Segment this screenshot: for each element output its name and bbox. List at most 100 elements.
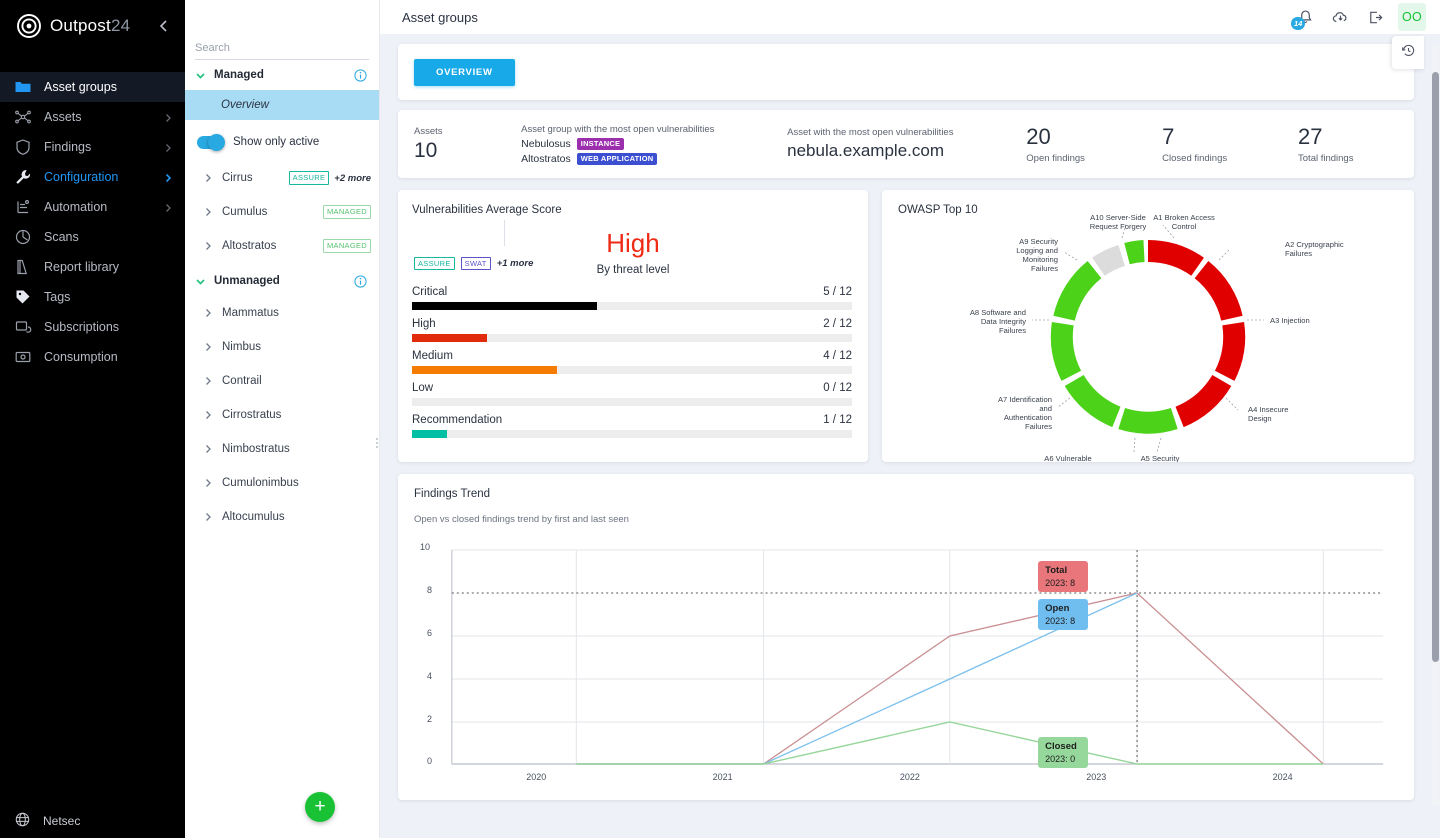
tag-managed: MANAGED (322, 239, 371, 253)
top-bar: Asset groups 14 OO (380, 0, 1440, 34)
severity-value: 2 / 12 (823, 318, 852, 330)
more-tags-label[interactable]: +2 more (334, 173, 371, 184)
tree-selected-label: Overview (221, 99, 269, 111)
donut-label-a8c: Failures (999, 326, 1026, 335)
sidebar-item-findings[interactable]: Findings (0, 132, 185, 162)
donut-label-a4b: Design (1248, 414, 1272, 423)
chevron-right-icon (163, 172, 173, 183)
chevron-right-icon[interactable] (203, 376, 213, 386)
info-icon[interactable] (354, 274, 367, 288)
tooltip-open-title: Open (1045, 603, 1070, 614)
trend-plot: 10 8 6 4 2 0 2020 2021 2022 2023 2024 To… (412, 532, 1398, 782)
tree-item-overview-selected[interactable]: Overview (185, 90, 379, 120)
open-findings-value: 20 (1026, 124, 1051, 149)
tree-item-label: Nimbostratus (222, 443, 290, 455)
group-header-managed[interactable]: Managed (185, 60, 379, 90)
group-header-unmanaged[interactable]: Unmanaged (185, 266, 379, 296)
donut-label-a3: A3 Injection (1270, 316, 1310, 325)
sidebar-item-asset-groups[interactable]: Asset groups (0, 72, 185, 102)
stat-open-findings: 20 Open findings (1026, 124, 1162, 164)
chevron-right-icon[interactable] (203, 444, 213, 454)
chevron-left-icon[interactable] (155, 17, 173, 35)
donut-label-a7: A7 Identification (998, 395, 1052, 404)
brand-logo[interactable]: Outpost24 (0, 0, 185, 52)
toggle-switch[interactable] (197, 133, 225, 151)
search-input[interactable] (195, 38, 369, 60)
vulnerabilities-average-score-card: Vulnerabilities Average Score ASSURE SWA… (398, 190, 868, 462)
tree-item-altocumulus[interactable]: Altocumulus (185, 500, 379, 534)
tree-item-nimbostratus[interactable]: Nimbostratus (185, 432, 379, 466)
findings-trend-card: Findings Trend Open vs closed findings t… (398, 474, 1414, 800)
tree-item-mammatus[interactable]: Mammatus (185, 296, 379, 330)
outpost24-logo-icon (16, 13, 42, 39)
avatar[interactable]: OO (1398, 3, 1426, 31)
top-group-header: Asset group with the most open vulnerabi… (521, 123, 715, 135)
bell-icon[interactable]: 14 (1291, 9, 1314, 30)
topbar-icon-group: 14 (1291, 9, 1384, 30)
app-root: Outpost24 Asset groups Assets Findings C… (0, 0, 1440, 838)
sidebar-item-automation[interactable]: Automation (0, 192, 185, 222)
tree-item-cumulus[interactable]: Cumulus MANAGED (185, 195, 379, 229)
tab-overview[interactable]: OVERVIEW (414, 58, 515, 86)
tag-icon (14, 288, 32, 306)
sidebar-item-assets[interactable]: Assets (0, 102, 185, 132)
nav-label: Automation (44, 200, 108, 214)
donut-label-a1b: Control (1172, 222, 1197, 231)
group-name: Nebulosus (521, 137, 571, 150)
sidebar-item-tags[interactable]: Tags (0, 282, 185, 312)
chevron-right-icon[interactable] (203, 342, 213, 352)
severity-value: 1 / 12 (823, 414, 852, 426)
toggle-label: Show only active (233, 136, 320, 148)
tree-item-altostratos[interactable]: Altostratos MANAGED (185, 229, 379, 263)
nav-label: Subscriptions (44, 320, 120, 334)
chevron-right-icon[interactable] (203, 241, 213, 251)
chevron-right-icon[interactable] (203, 478, 213, 488)
severity-fill (412, 334, 487, 342)
add-asset-group-button[interactable]: + (305, 792, 335, 822)
cloud-download-icon[interactable] (1332, 9, 1349, 26)
severity-row-critical: Critical 5 / 12 (412, 286, 852, 310)
chevron-right-icon[interactable] (203, 410, 213, 420)
logout-icon[interactable] (1367, 9, 1384, 26)
sidebar-item-report-library[interactable]: Report library (0, 252, 185, 282)
stat-top-group: Asset group with the most open vulnerabi… (521, 124, 787, 165)
stat-total-findings: 27 Total findings (1298, 124, 1390, 164)
donut-label-a10b: Request Forgery (1090, 222, 1147, 231)
chevron-right-icon[interactable] (203, 173, 213, 183)
brand-name: Outpost24 (50, 16, 131, 35)
consumption-icon (14, 348, 32, 366)
tree-item-contrail[interactable]: Contrail (185, 364, 379, 398)
severity-value: 5 / 12 (823, 286, 852, 298)
sidebar-item-consumption[interactable]: Consumption (0, 342, 185, 372)
sidebar-item-subscriptions[interactable]: Subscriptions (0, 312, 185, 342)
tooltip-total: Total 2023: 8 (1038, 561, 1089, 592)
nav-label: Consumption (44, 350, 118, 364)
tree-item-label: Cirrus (222, 172, 253, 184)
sidebar-item-scans[interactable]: Scans (0, 222, 185, 252)
tree-item-cumulonimbus[interactable]: Cumulonimbus (185, 466, 379, 500)
tree-item-nimbus[interactable]: Nimbus (185, 330, 379, 364)
tooltip-total-title: Total (1045, 565, 1068, 576)
tree-item-cirrus[interactable]: Cirrus ASSURE +2 more (185, 161, 379, 195)
total-findings-value: 27 (1298, 124, 1323, 149)
nav-footer-account[interactable]: Netsec (0, 804, 185, 838)
show-only-active-toggle[interactable]: Show only active (185, 123, 379, 161)
main-scrollbar[interactable] (1432, 44, 1439, 806)
tree-item-cirrostratus[interactable]: Cirrostratus (185, 398, 379, 432)
chevron-right-icon[interactable] (203, 207, 213, 217)
donut-label-a10: A10 Server-Side (1090, 213, 1146, 222)
panel-header (185, 0, 379, 34)
donut-segment-a3 (1214, 322, 1246, 381)
scrollbar-thumb[interactable] (1432, 72, 1439, 662)
tooltip-closed-value: 2023: 0 (1045, 754, 1076, 764)
stat-assets: Assets 10 (414, 126, 521, 163)
chevron-right-icon[interactable] (203, 512, 213, 522)
history-panel-toggle[interactable] (1392, 36, 1424, 69)
tree-item-label: Nimbus (222, 341, 261, 353)
severity-row-high: High 2 / 12 (412, 318, 852, 342)
tree-item-tags: MANAGED (322, 239, 371, 253)
chevron-right-icon[interactable] (203, 308, 213, 318)
info-icon[interactable] (354, 68, 367, 82)
sidebar-item-configuration[interactable]: Configuration (0, 162, 185, 192)
tree-item-label: Mammatus (222, 307, 279, 319)
